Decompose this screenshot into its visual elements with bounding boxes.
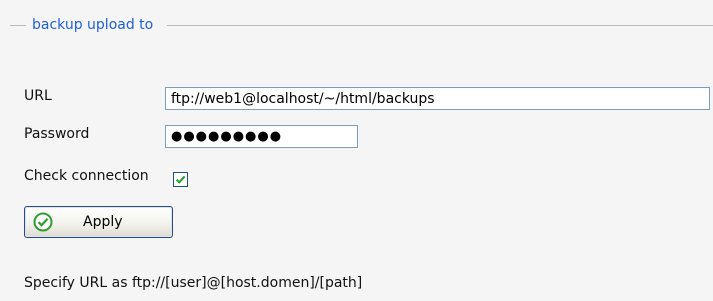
url-field[interactable]	[165, 87, 710, 110]
apply-button[interactable]: Apply	[24, 206, 173, 238]
apply-label: Apply	[83, 214, 123, 230]
group-line-left	[10, 25, 26, 26]
check-connection-label: Check connection	[24, 168, 149, 184]
check-connection-checkbox[interactable]	[173, 172, 188, 187]
password-field[interactable]	[165, 125, 358, 148]
url-format-hint: Specify URL as ftp://[user]@[host.domen]…	[24, 275, 363, 291]
check-circle-icon	[33, 212, 53, 232]
group-title: backup upload to	[32, 17, 154, 33]
group-header: backup upload to	[10, 16, 713, 36]
password-label: Password	[24, 126, 90, 142]
url-label: URL	[24, 88, 52, 104]
check-icon	[175, 175, 186, 184]
group-line-right	[167, 25, 713, 26]
